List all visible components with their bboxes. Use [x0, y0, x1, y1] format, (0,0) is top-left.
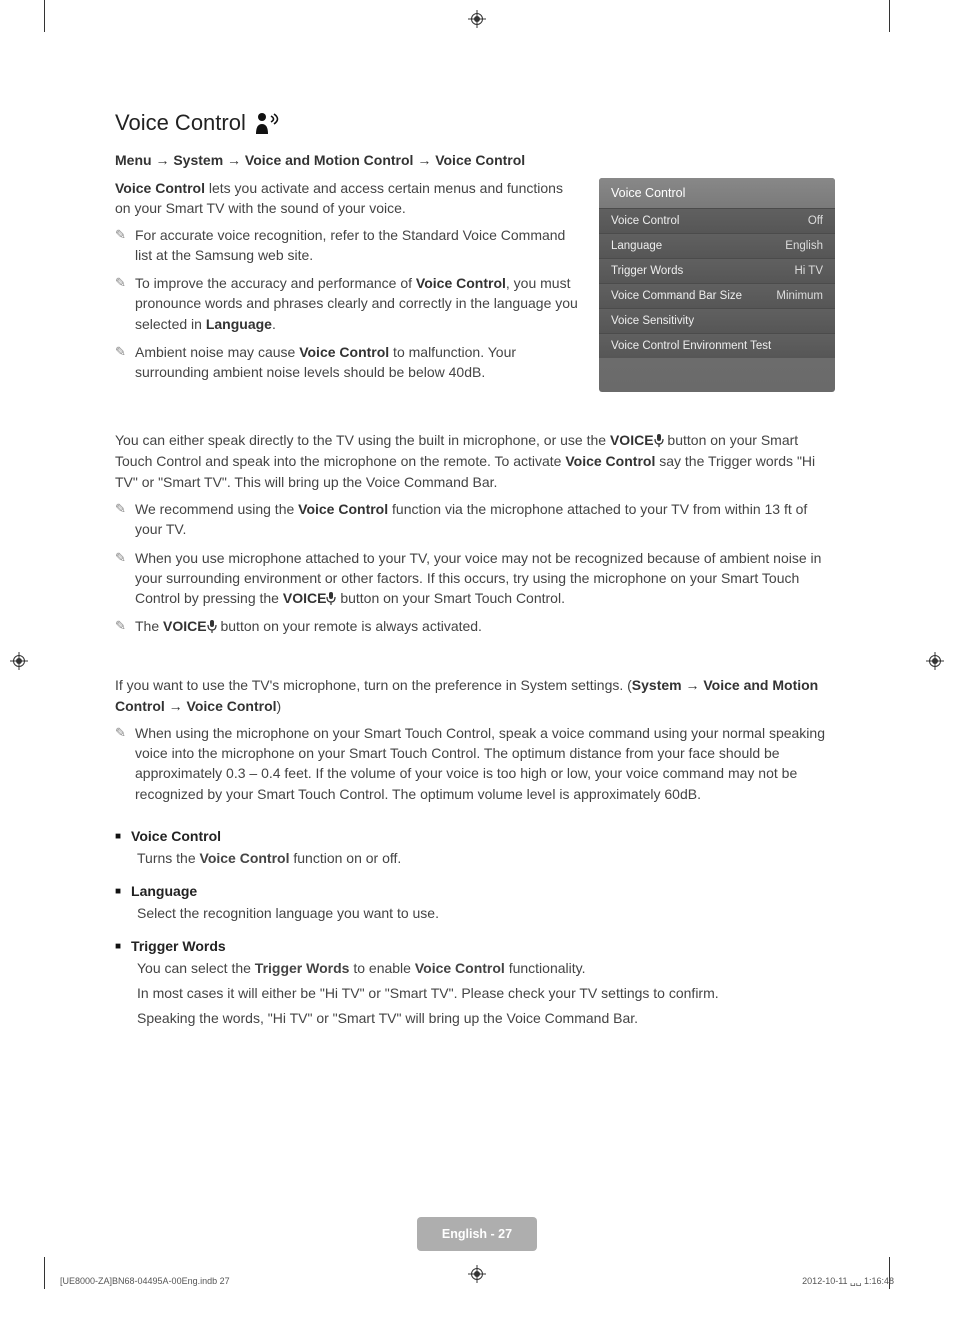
- bold-text: VOICE: [610, 432, 654, 448]
- intro-text: Voice Control lets you activate and acce…: [115, 178, 581, 391]
- definition-term: Voice Control: [115, 828, 835, 844]
- menu-row-label: Voice Control: [611, 215, 679, 227]
- menu-row-value: Hi TV: [794, 265, 823, 277]
- menu-row: Trigger Words Hi TV: [599, 258, 835, 283]
- registration-mark-icon: [10, 652, 28, 670]
- note-item: Ambient noise may cause Voice Control to…: [115, 342, 581, 383]
- text: ): [277, 698, 282, 714]
- bold-text: Voice Control: [565, 453, 655, 469]
- note-item: The VOICE button on your remote is alway…: [115, 616, 835, 636]
- menu-row-value: English: [785, 240, 823, 252]
- imprint-left: [UE8000-ZA]BN68-04495A-00Eng.indb 27: [60, 1276, 230, 1287]
- panel-header: Voice Control: [599, 178, 835, 208]
- note-list: When using the microphone on your Smart …: [115, 723, 835, 804]
- paragraph: If you want to use the TV's microphone, …: [115, 675, 835, 717]
- menu-row: Voice Control Off: [599, 208, 835, 233]
- note-item: We recommend using the Voice Control fun…: [115, 499, 835, 540]
- menu-row-label: Language: [611, 240, 662, 252]
- note-item: To improve the accuracy and performance …: [115, 273, 581, 334]
- menu-row: Voice Command Bar Size Minimum: [599, 283, 835, 308]
- text: You can either speak directly to the TV …: [115, 432, 610, 448]
- imprint-line: [UE8000-ZA]BN68-04495A-00Eng.indb 27 201…: [60, 1276, 894, 1287]
- note-list: For accurate voice recognition, refer to…: [115, 225, 581, 383]
- paragraph: You can either speak directly to the TV …: [115, 430, 835, 493]
- definition-description: Select the recognition language you want…: [137, 903, 835, 924]
- definition-term: Trigger Words: [115, 938, 835, 954]
- voice-person-icon: [254, 112, 282, 134]
- menu-row: Voice Sensitivity: [599, 308, 835, 333]
- text: If you want to use the TV's microphone, …: [115, 677, 632, 693]
- crop-mark: [44, 1257, 45, 1289]
- breadcrumb: Menu → System → Voice and Motion Control…: [115, 152, 835, 168]
- crop-mark: [44, 0, 45, 32]
- menu-row-label: Voice Sensitivity: [611, 315, 694, 327]
- definition-item: Language Select the recognition language …: [115, 883, 835, 924]
- intro-paragraph: Voice Control lets you activate and acce…: [115, 178, 581, 219]
- registration-mark-icon: [468, 10, 486, 28]
- definition-description: You can select the Trigger Words to enab…: [137, 958, 835, 979]
- menu-row-label: Voice Command Bar Size: [611, 290, 742, 302]
- bold-text: Voice Control: [115, 180, 205, 196]
- crop-mark: [889, 0, 890, 32]
- note-item: When using the microphone on your Smart …: [115, 723, 835, 804]
- voice-control-menu-panel: Voice Control Voice Control Off Language En…: [599, 178, 835, 392]
- page-footer: English - 27: [0, 1217, 954, 1251]
- menu-row-value: Minimum: [776, 290, 823, 302]
- mic-icon: [207, 618, 217, 631]
- definition-item: Trigger Words You can select the Trigger …: [115, 938, 835, 1029]
- definition-description: Turns the Voice Control function on or o…: [137, 848, 835, 869]
- title-text: Voice Control: [115, 110, 246, 136]
- note-item: For accurate voice recognition, refer to…: [115, 225, 581, 266]
- definition-list: Voice Control Turns the Voice Control fun…: [115, 828, 835, 1029]
- definition-description: In most cases it will either be "Hi TV" …: [137, 983, 835, 1004]
- menu-row-label: Voice Control Environment Test: [611, 340, 771, 352]
- page-title: Voice Control: [115, 110, 835, 136]
- imprint-right: 2012-10-11 ␣␣ 1:16:48: [802, 1276, 894, 1287]
- definition-term: Language: [115, 883, 835, 899]
- mic-icon: [326, 590, 336, 603]
- menu-row-label: Trigger Words: [611, 265, 683, 277]
- body-block-1: You can either speak directly to the TV …: [115, 430, 835, 637]
- menu-row-value: Off: [808, 215, 823, 227]
- menu-row: Language English: [599, 233, 835, 258]
- note-list: We recommend using the Voice Control fun…: [115, 499, 835, 637]
- body-block-2: If you want to use the TV's microphone, …: [115, 675, 835, 804]
- menu-row: Voice Control Environment Test: [599, 333, 835, 358]
- note-item: When you use microphone attached to your…: [115, 548, 835, 609]
- page-content: Voice Control Menu → System → Voice and …: [115, 110, 835, 1043]
- definition-description: Speaking the words, "Hi TV" or "Smart TV…: [137, 1008, 835, 1029]
- definition-item: Voice Control Turns the Voice Control fun…: [115, 828, 835, 869]
- mic-icon: [654, 432, 664, 445]
- registration-mark-icon: [926, 652, 944, 670]
- page-number-pill: English - 27: [417, 1217, 537, 1251]
